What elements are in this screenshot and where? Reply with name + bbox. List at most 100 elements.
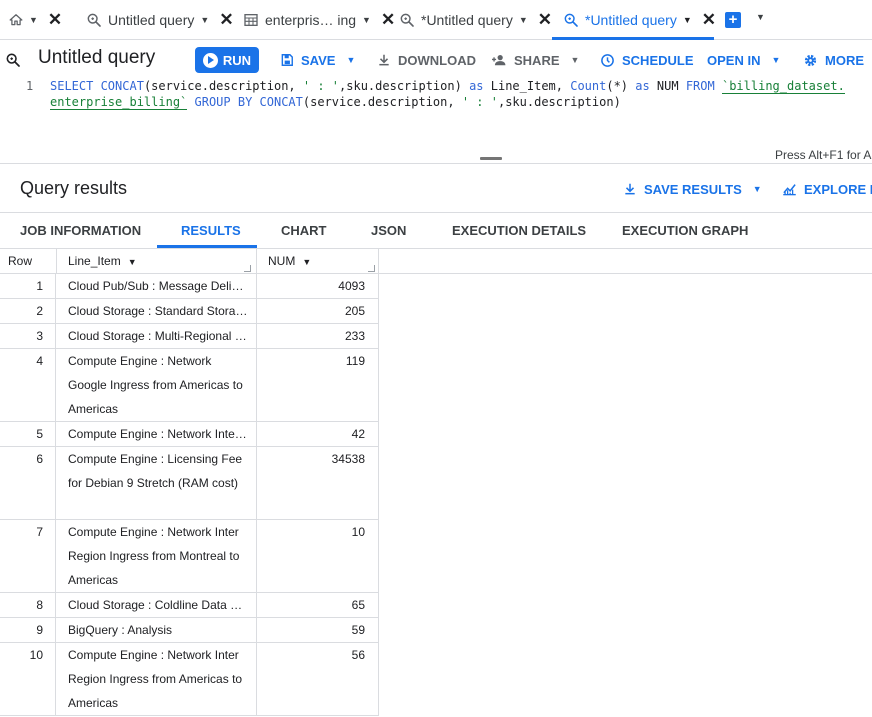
save-label: SAVE bbox=[301, 52, 336, 68]
new-tab-button[interactable]: + bbox=[725, 12, 741, 28]
save-button[interactable]: SAVE ▼ bbox=[280, 52, 355, 68]
sql-editor[interactable]: 1 SELECT CONCAT(service.description, ' :… bbox=[0, 78, 872, 148]
sql-text: (service.description, bbox=[143, 79, 303, 93]
open-in-button[interactable]: OPEN IN ▼ bbox=[707, 52, 780, 68]
tab-json[interactable]: JSON bbox=[371, 213, 406, 249]
table-row[interactable]: 6 Compute Engine : Licensing Fee for Deb… bbox=[0, 447, 378, 520]
save-icon bbox=[281, 54, 293, 66]
column-header-line-item[interactable]: Line_Item ▼ bbox=[68, 249, 137, 274]
schedule-button[interactable]: SCHEDULE bbox=[600, 52, 694, 68]
sort-caret-icon[interactable]: ▼ bbox=[128, 257, 137, 267]
tab-results[interactable]: RESULTS bbox=[181, 213, 241, 249]
run-button[interactable]: RUN bbox=[195, 47, 259, 73]
line-item-cell[interactable]: Compute Engine : Network Internet Ingres… bbox=[68, 422, 248, 446]
table-row[interactable]: 10 Compute Engine : Network Inter Region… bbox=[0, 643, 378, 716]
explore-data-button[interactable]: EXPLORE DA bbox=[782, 181, 872, 197]
row-number-cell: 3 bbox=[0, 324, 56, 348]
sql-table-ref[interactable]: enterprise_billing` bbox=[50, 95, 188, 110]
sql-text: (*) bbox=[606, 79, 636, 93]
chevron-down-icon: ▼ bbox=[346, 55, 356, 65]
table-row[interactable]: 5 Compute Engine : Network Internet Ingr… bbox=[0, 422, 378, 447]
tab-untitled-query[interactable]: Untitled query ▼ ✕ bbox=[86, 0, 234, 40]
tab-list-dropdown[interactable]: ▼ bbox=[756, 12, 765, 22]
line-item-cell[interactable]: Compute Engine : Licensing Fee for Debia… bbox=[68, 447, 248, 495]
tab-untitled-query-active[interactable]: *Untitled query ▼ ✕ bbox=[563, 0, 716, 40]
query-icon bbox=[6, 53, 20, 67]
column-header-num[interactable]: NUM ▼ bbox=[268, 249, 311, 274]
close-icon[interactable]: ✕ bbox=[702, 10, 716, 30]
column-resize-handle[interactable] bbox=[244, 265, 251, 272]
table-row[interactable]: 8 Cloud Storage : Coldline Data Retrieva… bbox=[0, 593, 378, 618]
share-button[interactable]: SHARE ▼ bbox=[491, 52, 579, 68]
download-button[interactable]: DOWNLOAD bbox=[377, 52, 476, 68]
num-cell[interactable]: 4093 bbox=[256, 274, 378, 298]
num-cell[interactable]: 10 bbox=[256, 520, 378, 592]
more-label: MORE bbox=[825, 52, 864, 68]
chevron-down-icon[interactable]: ▼ bbox=[29, 15, 38, 25]
query-icon bbox=[400, 13, 414, 27]
sql-function: CONCAT bbox=[259, 95, 303, 109]
close-icon[interactable]: ✕ bbox=[219, 10, 233, 30]
num-cell[interactable]: 42 bbox=[256, 422, 378, 446]
line-item-cell[interactable]: Cloud Storage : Coldline Data Retrieval bbox=[68, 593, 248, 617]
table-row[interactable]: 3 Cloud Storage : Multi-Regional Storage… bbox=[0, 324, 378, 349]
num-cell[interactable]: 65 bbox=[256, 593, 378, 617]
accessibility-hint: Press Alt+F1 for A bbox=[775, 148, 872, 162]
chart-icon bbox=[783, 184, 796, 196]
tab-execution-graph[interactable]: EXECUTION GRAPH bbox=[622, 213, 748, 249]
column-header-label: NUM bbox=[268, 254, 296, 268]
chevron-down-icon[interactable]: ▼ bbox=[362, 15, 371, 25]
sort-caret-icon[interactable]: ▼ bbox=[302, 257, 311, 267]
num-cell[interactable]: 233 bbox=[256, 324, 378, 348]
column-divider bbox=[56, 249, 57, 274]
chevron-down-icon[interactable]: ▼ bbox=[200, 15, 209, 25]
line-number: 1 bbox=[26, 79, 34, 93]
num-cell[interactable]: 119 bbox=[256, 349, 378, 421]
grid-header-filler bbox=[379, 249, 872, 274]
tab-execution-details[interactable]: EXECUTION DETAILS bbox=[452, 213, 586, 249]
save-results-button[interactable]: SAVE RESULTS ▼ bbox=[623, 181, 762, 197]
sql-table-ref[interactable]: `billing_dataset. bbox=[721, 79, 845, 94]
table-row[interactable]: 4 Compute Engine : Network Google Ingres… bbox=[0, 349, 378, 422]
tab-label: *Untitled query bbox=[585, 12, 677, 28]
schedule-label: SCHEDULE bbox=[622, 52, 694, 68]
table-row[interactable]: 7 Compute Engine : Network Inter Region … bbox=[0, 520, 378, 593]
line-item-cell[interactable]: Cloud Pub/Sub : Message Delivery Basic bbox=[68, 274, 248, 298]
more-button[interactable]: MORE ▼ bbox=[803, 52, 872, 68]
chevron-down-icon[interactable]: ▼ bbox=[683, 15, 692, 25]
query-icon bbox=[564, 13, 578, 27]
table-row[interactable]: 9 BigQuery : Analysis 59 bbox=[0, 618, 378, 643]
tab-job-information[interactable]: JOB INFORMATION bbox=[20, 213, 141, 249]
sql-string: ' : ' bbox=[461, 95, 498, 109]
editor-results-divider[interactable] bbox=[0, 148, 872, 164]
table-row[interactable]: 1 Cloud Pub/Sub : Message Delivery Basic… bbox=[0, 274, 378, 299]
close-icon[interactable]: ✕ bbox=[48, 10, 62, 30]
code-line-1-wrap[interactable]: enterprise_billing` GROUP BY CONCAT(serv… bbox=[50, 95, 621, 110]
column-resize-handle[interactable] bbox=[368, 265, 375, 272]
close-icon[interactable]: ✕ bbox=[538, 10, 552, 30]
num-cell[interactable]: 56 bbox=[256, 643, 378, 715]
line-item-cell[interactable]: Compute Engine : Network Inter Region In… bbox=[68, 520, 248, 592]
table-row[interactable]: 2 Cloud Storage : Standard Storage 205 bbox=[0, 299, 378, 324]
line-item-cell[interactable]: BigQuery : Analysis bbox=[68, 618, 248, 642]
resize-handle[interactable] bbox=[480, 157, 502, 160]
line-item-cell[interactable]: Compute Engine : Network Google Ingress … bbox=[68, 349, 248, 421]
tab-untitled-query-2[interactable]: *Untitled query ▼ ✕ bbox=[399, 0, 552, 40]
tab-enterprise-billing[interactable]: enterpris… ing ▼ ✕ bbox=[243, 0, 395, 40]
chevron-down-icon[interactable]: ▼ bbox=[519, 15, 528, 25]
home-tab[interactable]: ▼ ✕ bbox=[9, 0, 62, 40]
line-item-cell[interactable]: Cloud Storage : Standard Storage bbox=[68, 299, 248, 323]
page-title: Untitled query bbox=[38, 47, 156, 68]
column-header-label: Line_Item bbox=[68, 254, 121, 268]
line-item-cell[interactable]: Compute Engine : Network Inter Region In… bbox=[68, 643, 248, 715]
tab-chart[interactable]: CHART bbox=[281, 213, 327, 249]
column-divider bbox=[256, 249, 257, 274]
code-line-1[interactable]: SELECT CONCAT(service.description, ' : '… bbox=[50, 79, 845, 94]
num-cell[interactable]: 205 bbox=[256, 299, 378, 323]
num-cell[interactable]: 34538 bbox=[256, 447, 378, 519]
close-icon[interactable]: ✕ bbox=[381, 10, 395, 30]
sql-text: (service.description, bbox=[302, 95, 462, 109]
sql-string: ' : ' bbox=[302, 79, 340, 93]
num-cell[interactable]: 59 bbox=[256, 618, 378, 642]
line-item-cell[interactable]: Cloud Storage : Multi-Regional Storage bbox=[68, 324, 248, 348]
